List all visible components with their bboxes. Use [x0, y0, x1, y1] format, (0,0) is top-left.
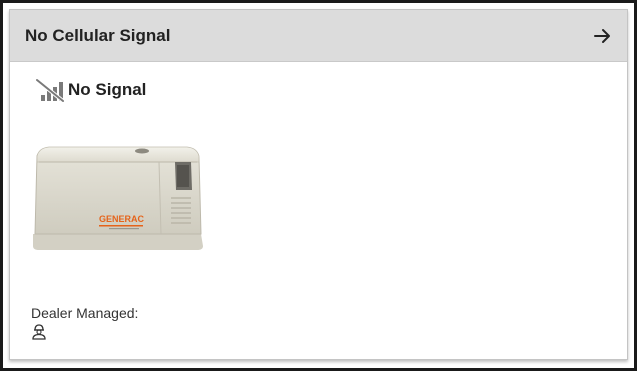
signal-label: No Signal: [68, 80, 147, 99]
signal-status: No Signal: [35, 78, 146, 102]
card-header: No Cellular Signal: [10, 10, 627, 62]
no-signal-icon: [35, 78, 65, 102]
dealer-person-icon: [32, 324, 46, 340]
status-card: No Cellular Signal No Signal GENERAC Dea…: [9, 9, 628, 360]
brand-logo: GENERAC: [99, 214, 145, 224]
window-frame: No Cellular Signal No Signal GENERAC Dea…: [0, 0, 637, 371]
dealer-managed-label: Dealer Managed:: [31, 305, 139, 321]
arrow-right-icon[interactable]: [590, 23, 616, 49]
generator-image: GENERAC: [33, 146, 203, 250]
card-title: No Cellular Signal: [25, 25, 171, 45]
